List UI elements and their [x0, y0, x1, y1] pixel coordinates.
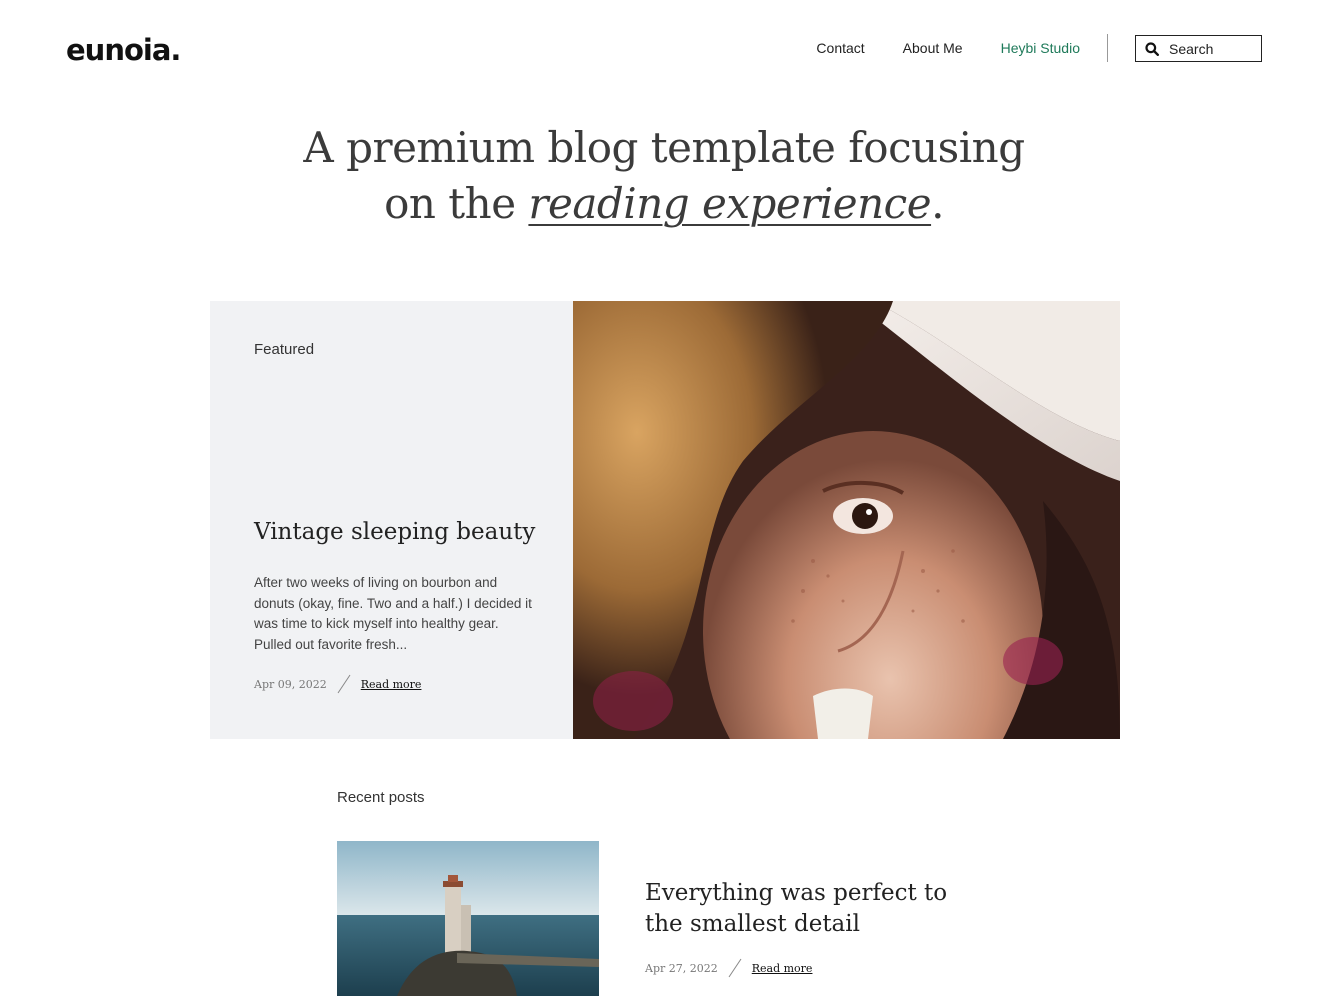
slash-divider	[337, 674, 351, 694]
featured-image[interactable]	[573, 301, 1120, 739]
featured-meta: Apr 09, 2022 Read more	[254, 673, 421, 695]
recent-post-thumbnail[interactable]	[337, 841, 599, 996]
recent-posts-heading: Recent posts	[337, 789, 425, 806]
hero-heading: A premium blog template focusing on the …	[0, 120, 1328, 232]
site-header: eunoia. Contact About Me Heybi Studio Se…	[0, 0, 1328, 96]
nav-item-heybi-studio[interactable]: Heybi Studio	[1001, 38, 1080, 58]
main-nav: Contact About Me Heybi Studio	[778, 38, 1080, 58]
search-icon	[1145, 41, 1159, 56]
recent-post-read-more-link[interactable]: Read more	[752, 962, 813, 975]
featured-post: Featured Vintage sleeping beauty After t…	[210, 301, 1120, 739]
hero-emphasis: reading experience	[528, 179, 932, 228]
featured-label: Featured	[254, 341, 315, 358]
nav-item-about-me[interactable]: About Me	[903, 38, 963, 58]
featured-read-more-link[interactable]: Read more	[361, 678, 422, 691]
nav-item-contact[interactable]: Contact	[816, 38, 864, 58]
hero-line-2-suffix: .	[931, 179, 944, 228]
recent-post-date: Apr 27, 2022	[645, 961, 718, 975]
search-input[interactable]: Search	[1135, 35, 1262, 62]
slash-divider	[728, 958, 742, 978]
hero-line-2: on the reading experience.	[0, 176, 1328, 232]
nav-divider	[1107, 34, 1108, 62]
featured-excerpt: After two weeks of living on bourbon and…	[254, 575, 532, 652]
hero-line-2-prefix: on the	[384, 179, 529, 228]
featured-title[interactable]: Vintage sleeping beauty	[254, 519, 535, 545]
recent-post-meta: Apr 27, 2022 Read more	[645, 957, 812, 979]
recent-post-title[interactable]: Everything was perfect to the smallest d…	[645, 878, 975, 940]
site-logo[interactable]: eunoia.	[66, 30, 181, 70]
featured-date: Apr 09, 2022	[254, 677, 327, 691]
search-placeholder: Search	[1169, 40, 1214, 57]
hero-line-1: A premium blog template focusing	[303, 123, 1025, 172]
